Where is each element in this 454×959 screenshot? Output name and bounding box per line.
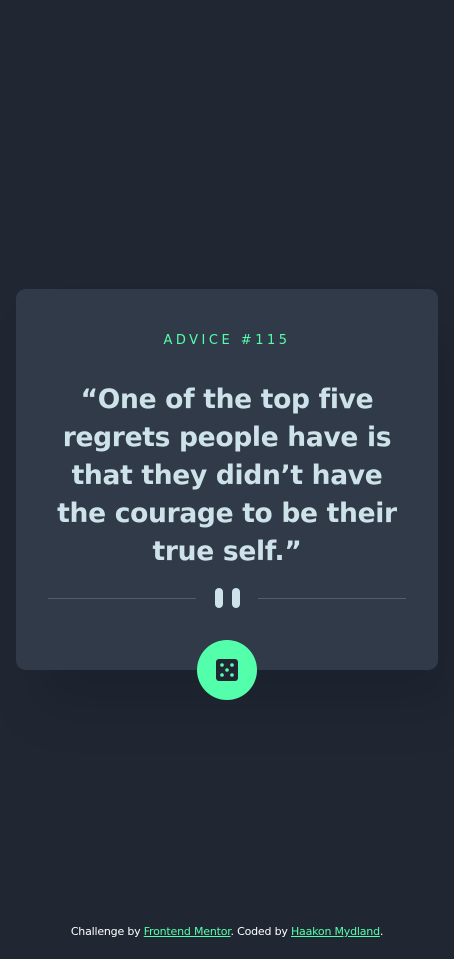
frontend-mentor-link[interactable]: Frontend Mentor xyxy=(144,925,231,938)
pause-bar-right xyxy=(232,588,240,608)
advice-id: ADVICE #115 xyxy=(163,333,291,348)
advice-card: ADVICE #115 “One of the top five regrets… xyxy=(16,289,438,670)
page: ADVICE #115 “One of the top five regrets… xyxy=(0,0,454,959)
divider-line-right xyxy=(258,598,406,599)
advice-quote: “One of the top five regrets people have… xyxy=(57,384,397,567)
footer-prefix: Challenge by xyxy=(70,925,141,938)
dice-icon xyxy=(216,659,238,681)
divider-line-left xyxy=(48,598,196,599)
footer-suffix: . xyxy=(379,925,384,938)
author-link[interactable]: Haakon Mydland xyxy=(291,925,380,938)
pause-bar-left xyxy=(215,588,223,608)
attribution-footer: Challenge by Frontend Mentor. Coded by H… xyxy=(0,925,454,938)
pause-icon xyxy=(215,588,241,608)
new-advice-button[interactable] xyxy=(197,640,257,700)
footer-middle: . Coded by xyxy=(230,925,288,938)
